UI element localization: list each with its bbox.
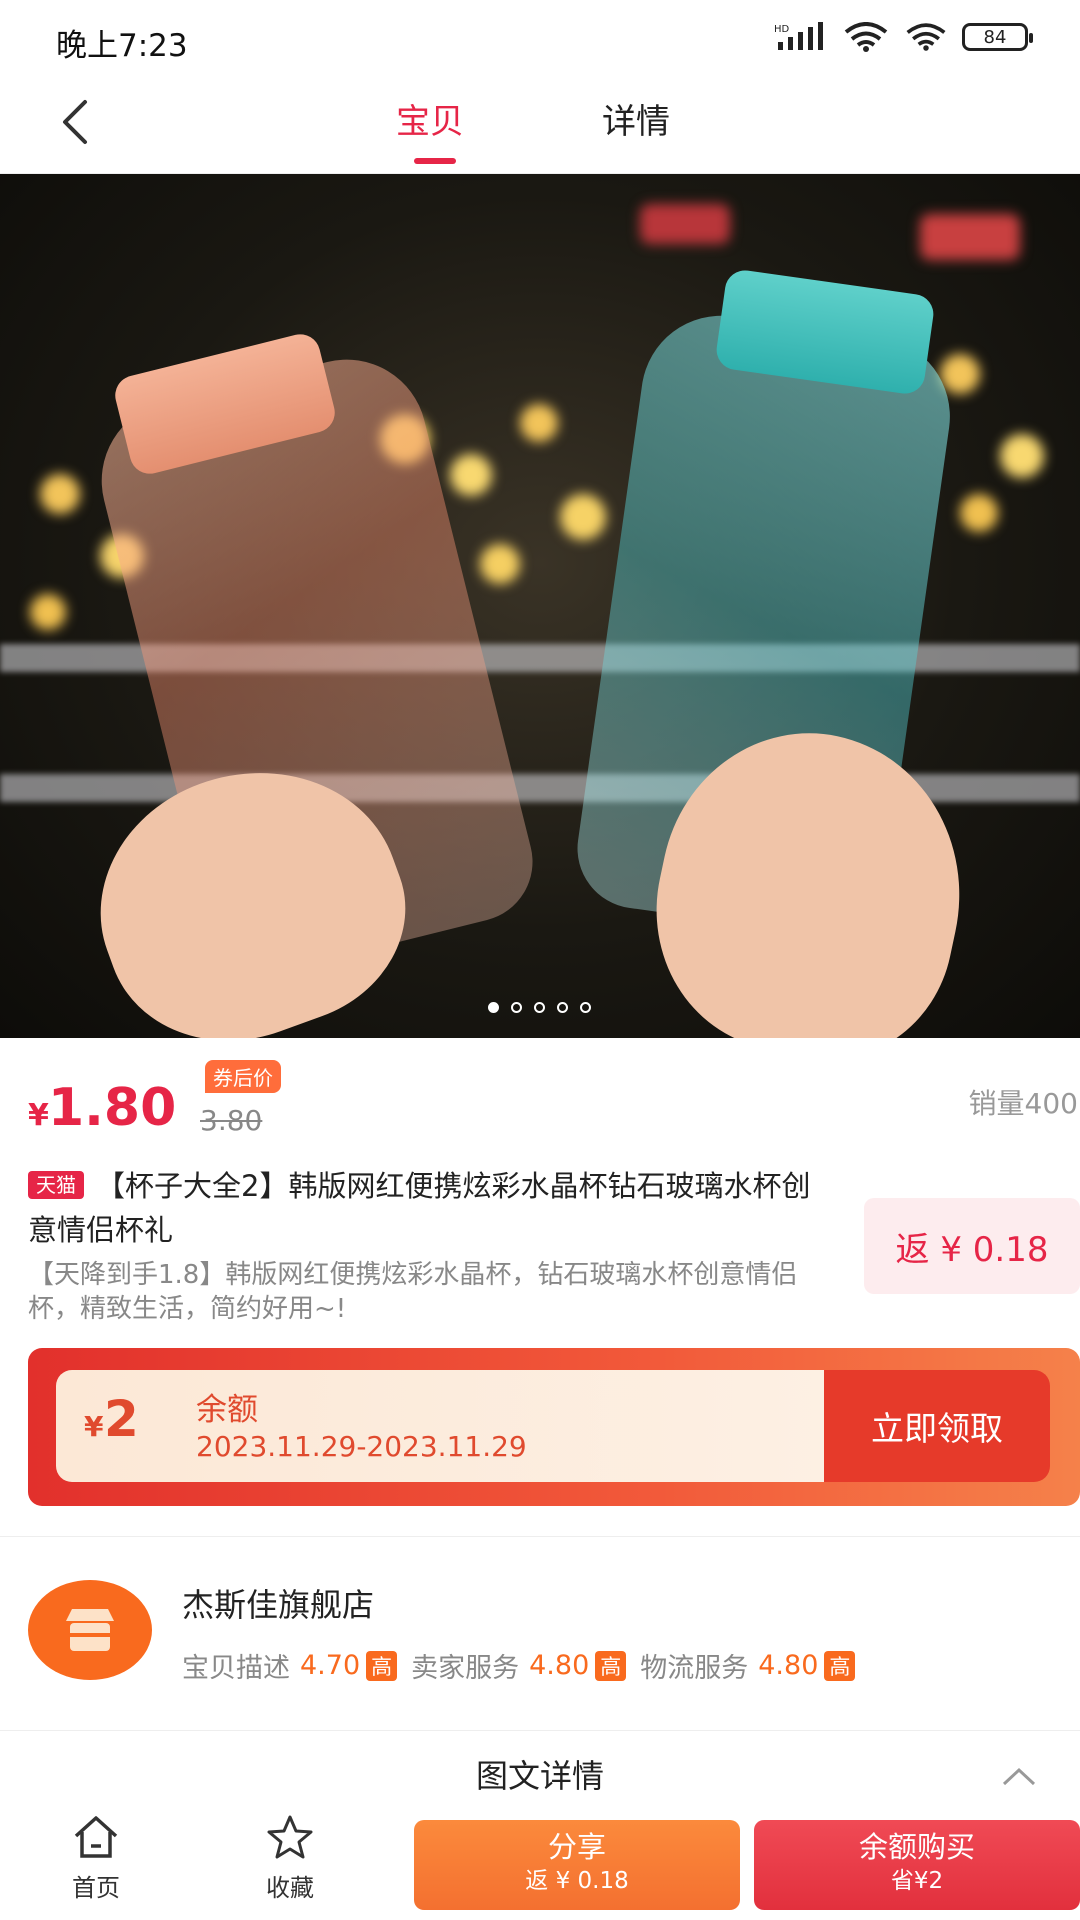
buy-savings: 省¥2 xyxy=(890,1868,944,1894)
rating-value: 4.80 xyxy=(529,1650,590,1681)
tab-baobei[interactable]: 宝贝 xyxy=(396,92,464,152)
home-tab[interactable]: 首页 xyxy=(36,1814,156,1903)
product-title: 天猫 【杯子大全2】韩版网红便携炫彩水晶杯钻石玻璃水杯创意情侣杯礼 xyxy=(28,1164,828,1252)
shop-logo[interactable] xyxy=(28,1580,152,1680)
rating-level-badge: 高 xyxy=(595,1650,627,1681)
bottom-action-bar: 首页 收藏 分享 返 ¥ 0.18 余额购买 省¥2 xyxy=(0,1808,1080,1920)
rating-level-badge: 高 xyxy=(824,1650,856,1681)
pagination-dot[interactable] xyxy=(580,1002,591,1013)
detail-section-title[interactable]: 图文详情 xyxy=(0,1744,1080,1808)
chevron-up-icon[interactable] xyxy=(1002,1760,1036,1794)
share-rebate: 返 ¥ 0.18 xyxy=(525,1868,629,1894)
rating-value: 4.80 xyxy=(758,1650,819,1681)
coupon-currency: ¥ xyxy=(84,1410,104,1443)
balance-buy-button[interactable]: 余额购买 省¥2 xyxy=(754,1820,1080,1910)
back-button[interactable] xyxy=(44,92,104,152)
home-icon xyxy=(74,1816,118,1858)
tab-details[interactable]: 详情 xyxy=(602,92,670,152)
coupon-card: ¥ 2 余额 2023.11.29-2023.11.29 xyxy=(56,1370,862,1482)
original-price: 3.80 xyxy=(200,1104,263,1137)
rating-value: 4.70 xyxy=(300,1650,361,1681)
coupon-label: 余额 xyxy=(196,1392,258,1428)
pagination-dot[interactable] xyxy=(534,1002,545,1013)
sales-count: 销量400 xyxy=(968,1087,1078,1120)
share-label: 分享 xyxy=(547,1830,606,1864)
buy-label: 余额购买 xyxy=(858,1830,975,1864)
rating-label: 物流服务 xyxy=(640,1653,749,1684)
status-time: 晚上7:23 xyxy=(56,28,188,64)
divider xyxy=(0,1536,1080,1537)
rebate-badge: 返 ¥ 0.18 xyxy=(864,1198,1080,1294)
wifi-icon xyxy=(844,22,888,52)
pagination-dot[interactable] xyxy=(557,1002,568,1013)
claim-coupon-button[interactable]: 立即领取 xyxy=(824,1370,1050,1482)
price-currency: ¥ xyxy=(28,1098,49,1133)
pagination-dot[interactable] xyxy=(511,1002,522,1013)
product-title-text: 【杯子大全2】韩版网红便携炫彩水晶杯钻石玻璃水杯创意情侣杯礼 xyxy=(28,1169,811,1247)
chevron-left-icon xyxy=(63,100,87,144)
star-icon xyxy=(267,1815,313,1859)
favorite-tab[interactable]: 收藏 xyxy=(230,1814,350,1903)
product-detail-screen: 晚上7:23 HD 84 宝贝 详情 ¥ 1.80 券后价 3.80 销量400… xyxy=(0,0,1080,1920)
share-button[interactable]: 分享 返 ¥ 0.18 xyxy=(414,1820,740,1910)
tmall-badge: 天猫 xyxy=(28,1171,84,1199)
home-label: 首页 xyxy=(72,1874,120,1902)
coupon-validity: 2023.11.29-2023.11.29 xyxy=(196,1430,527,1463)
rating-label: 宝贝描述 xyxy=(182,1653,290,1684)
product-info: ¥ 1.80 券后价 3.80 销量400 天猫 【杯子大全2】韩版网红便携炫彩水… xyxy=(0,1038,1080,1338)
coupon-banner: ¥ 2 余额 2023.11.29-2023.11.29 立即领取 xyxy=(28,1348,1080,1506)
status-bar: 晚上7:23 HD 84 xyxy=(0,0,1080,80)
carousel-pagination xyxy=(488,1002,591,1013)
rating-label: 卖家服务 xyxy=(411,1653,520,1684)
wifi-icon-secondary xyxy=(906,23,946,51)
status-icons: HD 84 xyxy=(774,22,1033,52)
product-description: 【天降到手1.8】韩版网红便携炫彩水晶杯，钻石玻璃水杯创意情侣杯，精致生活，简约… xyxy=(28,1260,798,1324)
hd-label: HD xyxy=(774,24,790,35)
current-price: 1.80 xyxy=(48,1078,177,1138)
coupon-amount: 2 xyxy=(104,1390,139,1448)
after-coupon-tag: 券后价 xyxy=(205,1060,281,1093)
pagination-dot[interactable] xyxy=(488,1002,499,1013)
product-image-carousel[interactable] xyxy=(0,174,1080,1038)
store-icon xyxy=(66,1609,114,1651)
cellular-signal-icon: HD xyxy=(774,22,823,50)
rating-level-badge: 高 xyxy=(366,1650,398,1681)
shop-name[interactable]: 杰斯佳旗舰店 xyxy=(182,1580,374,1626)
nav-bar: 宝贝 详情 xyxy=(0,80,1080,174)
divider xyxy=(0,1730,1080,1731)
battery-icon: 84 xyxy=(962,23,1033,51)
shop-ratings: 宝贝描述 4.70 高 卖家服务 4.80 高 物流服务 4.80 高 xyxy=(182,1646,863,1685)
active-tab-indicator xyxy=(414,158,456,164)
favorite-label: 收藏 xyxy=(266,1874,314,1902)
